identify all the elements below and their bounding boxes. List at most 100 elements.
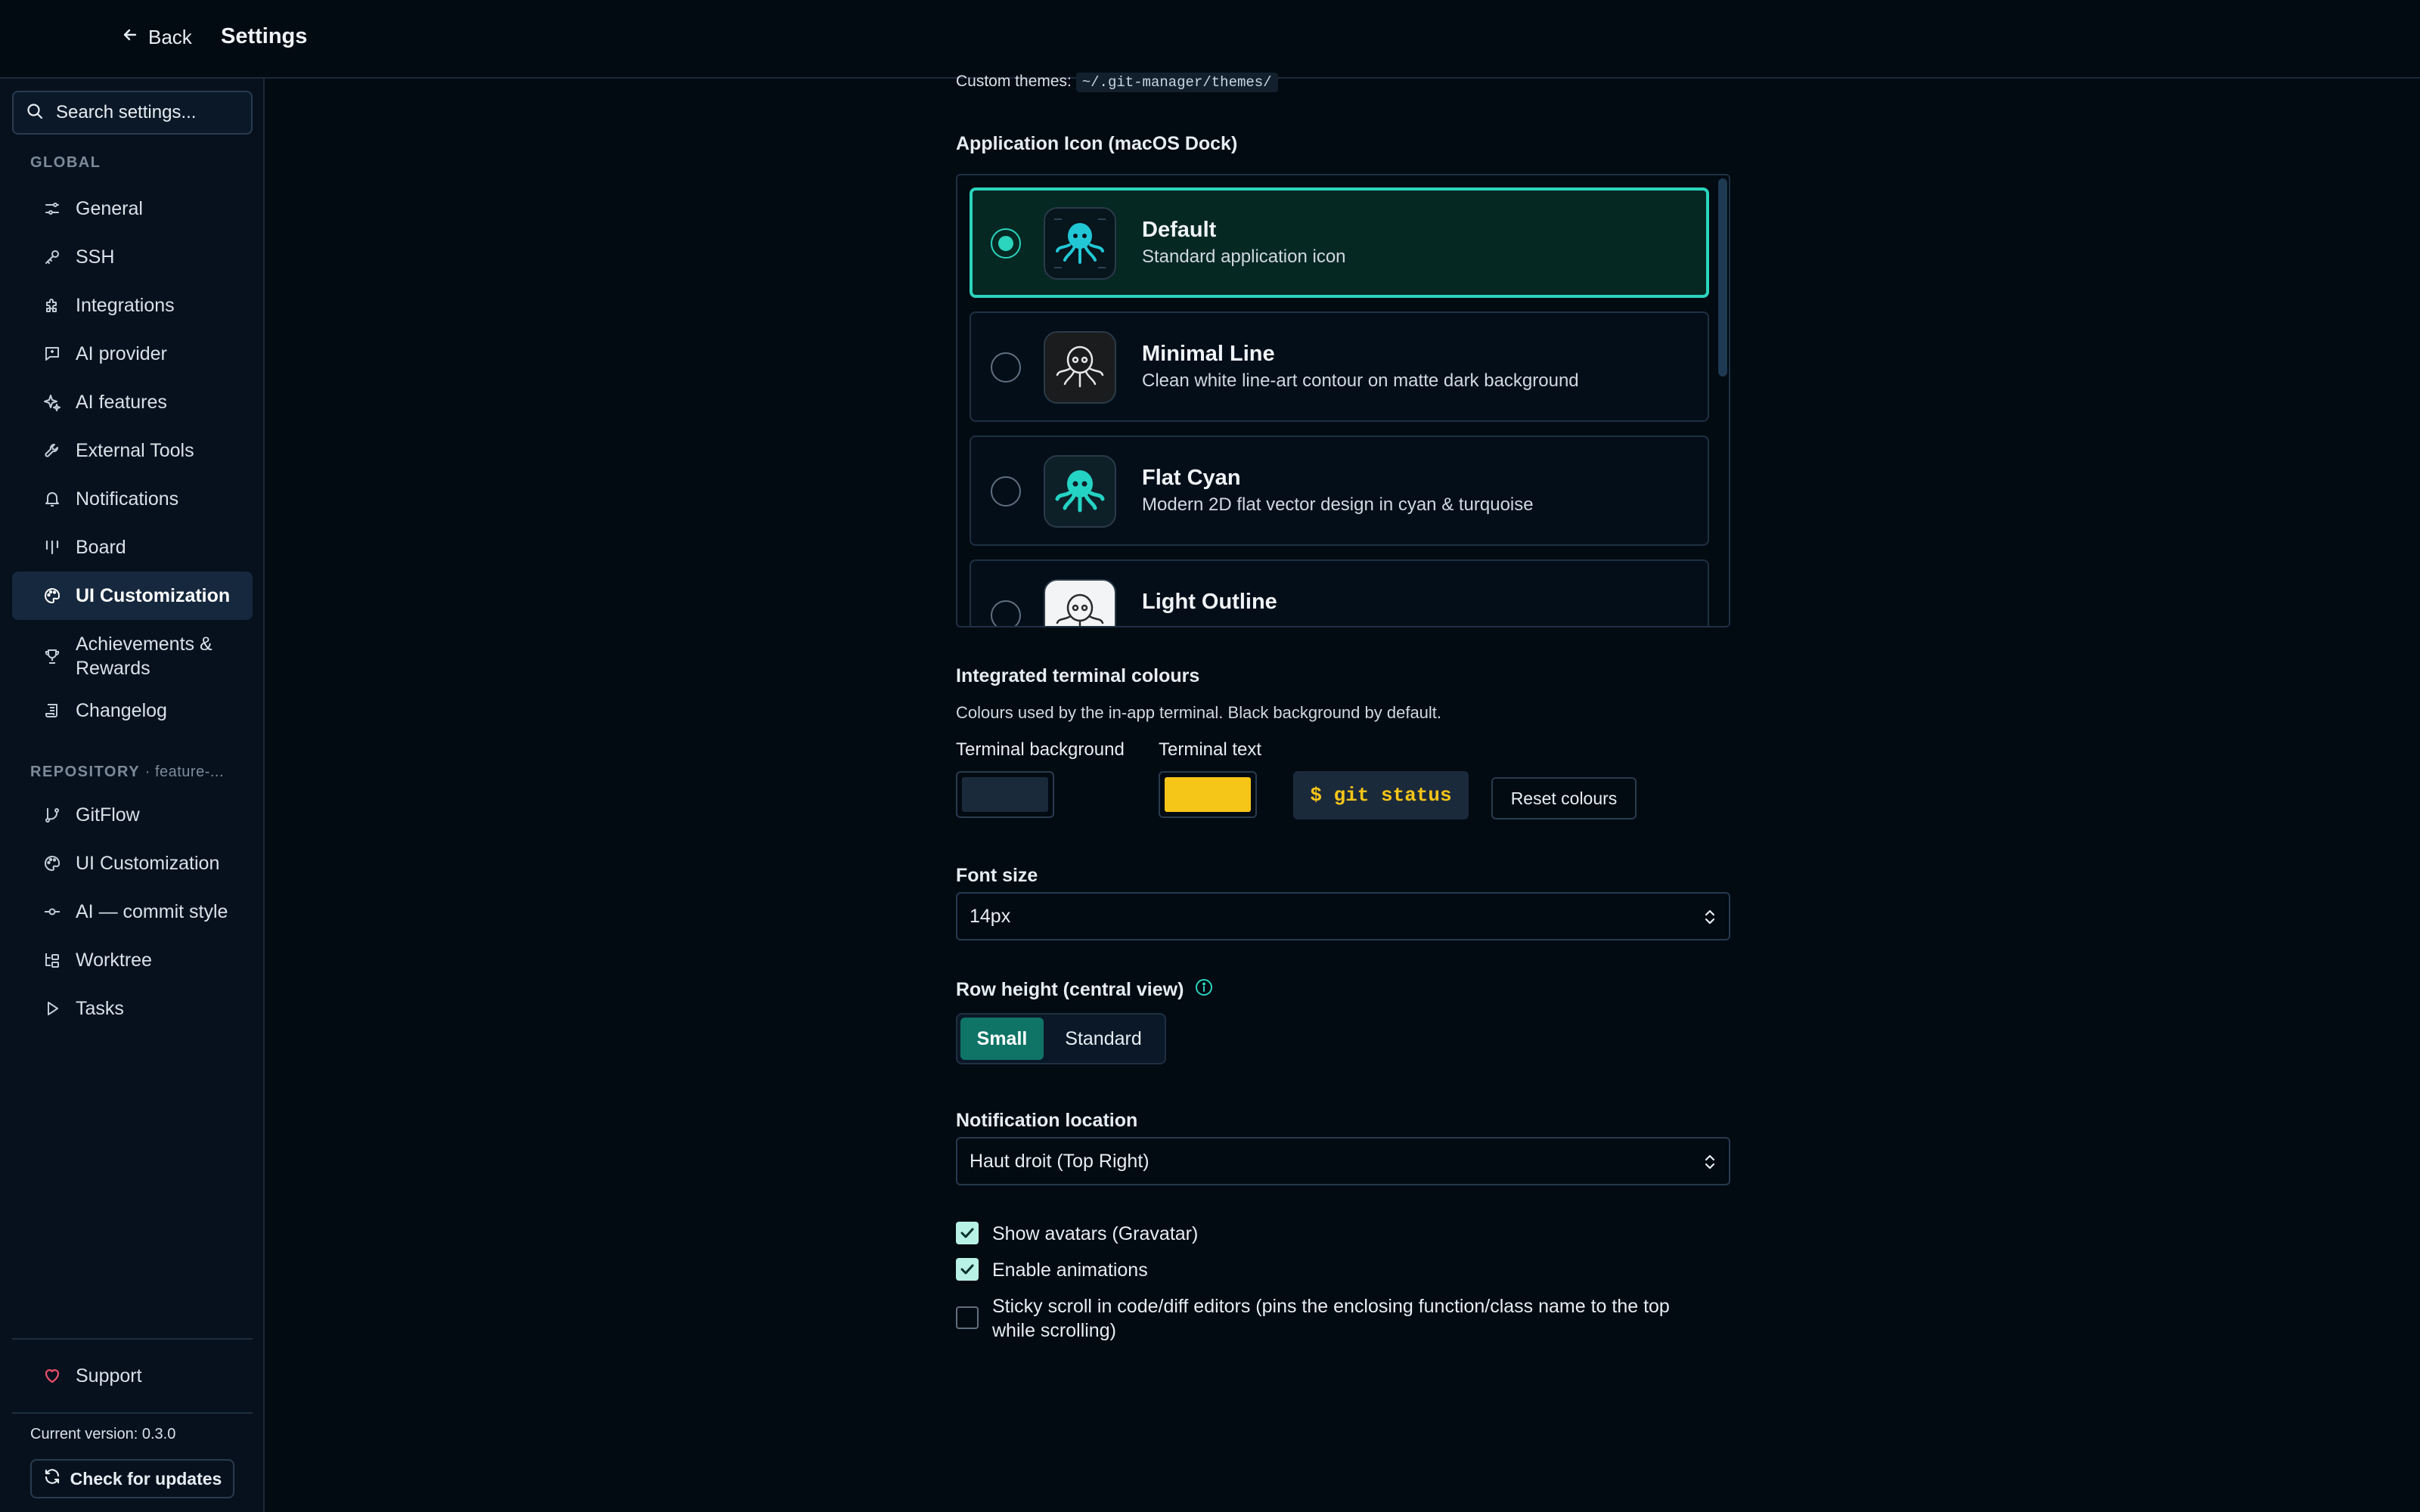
- trophy-icon: [42, 646, 62, 666]
- sidebar-item-ui-customization[interactable]: UI Customization: [12, 572, 253, 620]
- app-icon-title: Flat Cyan: [1142, 466, 1241, 490]
- sidebar-divider: [12, 1412, 253, 1414]
- radio-selected[interactable]: [991, 228, 1021, 259]
- notification-location-value: Haut droit (Top Right): [970, 1150, 1150, 1172]
- sidebar-item-ai-commit-style[interactable]: AI — commit style: [12, 894, 253, 930]
- git-commit-icon: [42, 902, 62, 922]
- custom-themes-label: Custom themes:: [956, 73, 1072, 90]
- sidebar-item-ai-features[interactable]: AI features: [12, 384, 253, 420]
- row-height-label: Row height (central view): [956, 979, 1184, 1000]
- sidebar-item-label: External Tools: [76, 439, 194, 461]
- sidebar-item-repo-ui-customization[interactable]: UI Customization: [12, 845, 253, 881]
- sliders-icon: [42, 199, 62, 218]
- refresh-icon: [43, 1467, 61, 1490]
- row-height-standard-button[interactable]: Standard: [1047, 1018, 1160, 1060]
- terminal-bg-swatch: [962, 777, 1048, 812]
- sidebar-item-label: Notifications: [76, 488, 179, 510]
- icon-list-scrollbar[interactable]: [1718, 178, 1727, 376]
- octopus-flat-icon: [1044, 455, 1116, 528]
- search-box[interactable]: [12, 91, 253, 135]
- sidebar-item-board[interactable]: Board: [12, 529, 253, 565]
- custom-themes-path: ~/.git-manager/themes/: [1075, 73, 1278, 92]
- sidebar-item-label: Achievements & Rewards: [76, 634, 213, 679]
- global-section-label: GLOBAL: [30, 154, 101, 171]
- show-avatars-checkbox[interactable]: [956, 1222, 979, 1244]
- sidebar-item-changelog[interactable]: Changelog: [12, 692, 253, 729]
- row-height-small-button[interactable]: Small: [960, 1018, 1044, 1060]
- sidebar-item-notifications[interactable]: Notifications: [12, 481, 253, 517]
- row-height-heading: Row height (central view): [956, 978, 1214, 1002]
- font-size-value: 14px: [970, 905, 1011, 927]
- check-updates-button[interactable]: Check for updates: [30, 1459, 234, 1498]
- app-icon-desc: Standard application icon: [1142, 246, 1346, 267]
- font-size-select[interactable]: 14px: [956, 892, 1730, 940]
- key-icon: [42, 247, 62, 267]
- sparkles-icon: [42, 392, 62, 412]
- terminal-bg-label: Terminal background: [956, 739, 1125, 760]
- terminal-text-swatch: [1165, 777, 1251, 812]
- sidebar-item-ai-provider[interactable]: AI provider: [12, 336, 253, 372]
- chevron-updown-icon: [1702, 1152, 1718, 1177]
- sidebar-item-label: GitFlow: [76, 804, 140, 826]
- app-icon-option-flat-cyan[interactable]: Flat Cyan Modern 2D flat vector design i…: [970, 435, 1709, 546]
- octopus-default-icon: [1044, 207, 1116, 280]
- version-text: Current version: 0.3.0: [30, 1426, 176, 1442]
- sidebar-item-label: Worktree: [76, 949, 152, 971]
- sidebar-item-integrations[interactable]: Integrations: [12, 287, 253, 324]
- checkbox-row-avatars: Show avatars (Gravatar): [956, 1222, 1703, 1246]
- checkbox-row-animations: Enable animations: [956, 1258, 1703, 1282]
- sidebar-item-achievements[interactable]: Achievements & Rewards: [12, 627, 253, 685]
- back-button[interactable]: Back: [121, 26, 192, 49]
- sidebar-item-label: SSH: [76, 246, 115, 268]
- sidebar-item-support[interactable]: Support: [12, 1358, 253, 1394]
- sidebar-item-label: Integrations: [76, 294, 175, 316]
- notification-location-label: Notification location: [956, 1110, 1138, 1131]
- search-input[interactable]: [56, 102, 237, 123]
- checkbox-label: Sticky scroll in code/diff editors (pins…: [992, 1296, 1670, 1341]
- folder-tree-icon: [42, 950, 62, 970]
- radio-unselected[interactable]: [991, 600, 1021, 626]
- sidebar-item-label: Support: [76, 1365, 142, 1387]
- app-icon-option-light-outline[interactable]: Light Outline: [970, 559, 1709, 626]
- octopus-light-icon: [1044, 579, 1116, 626]
- app-icon-heading: Application Icon (macOS Dock): [956, 133, 1238, 154]
- sidebar-item-general[interactable]: General: [12, 191, 253, 227]
- radio-unselected[interactable]: [991, 352, 1021, 383]
- sidebar-item-external-tools[interactable]: External Tools: [12, 432, 253, 469]
- terminal-text-color-picker[interactable]: [1159, 771, 1257, 818]
- git-branch-icon: [42, 805, 62, 825]
- app-icon-desc: Modern 2D flat vector design in cyan & t…: [1142, 494, 1534, 515]
- sticky-scroll-checkbox[interactable]: [956, 1306, 979, 1329]
- wrench-icon: [42, 441, 62, 460]
- app-icon-title: Light Outline: [1142, 590, 1277, 614]
- enable-animations-checkbox[interactable]: [956, 1258, 979, 1281]
- columns-icon: [42, 538, 62, 557]
- sidebar-item-label: AI features: [76, 391, 167, 413]
- sidebar-item-worktree[interactable]: Worktree: [12, 942, 253, 978]
- notification-location-select[interactable]: Haut droit (Top Right): [956, 1137, 1730, 1185]
- reset-colours-button[interactable]: Reset colours: [1491, 777, 1637, 820]
- radio-unselected[interactable]: [991, 476, 1021, 507]
- terminal-bg-color-picker[interactable]: [956, 771, 1054, 818]
- terminal-colours-desc: Colours used by the in-app terminal. Bla…: [956, 703, 1442, 722]
- sidebar-item-tasks[interactable]: Tasks: [12, 990, 253, 1027]
- app-icon-option-minimal-line[interactable]: Minimal Line Clean white line-art contou…: [970, 311, 1709, 422]
- info-icon[interactable]: [1194, 978, 1214, 1002]
- palette-icon: [42, 586, 62, 606]
- app-icon-option-default[interactable]: Default Standard application icon: [970, 187, 1709, 298]
- sidebar: GLOBAL General SSH Integrations AI provi…: [0, 79, 265, 1512]
- sidebar-item-gitflow[interactable]: GitFlow: [12, 797, 253, 833]
- chat-icon: [42, 344, 62, 364]
- terminal-preview: $ git status: [1293, 771, 1469, 820]
- row-height-toggle: Small Standard: [956, 1013, 1166, 1064]
- sidebar-item-label: AI provider: [76, 342, 167, 364]
- sidebar-item-label: UI Customization: [76, 584, 231, 606]
- sidebar-item-label: AI — commit style: [76, 900, 228, 922]
- app-icon-list[interactable]: Default Standard application icon Minima…: [956, 174, 1730, 627]
- terminal-colours-heading: Integrated terminal colours: [956, 665, 1200, 686]
- octopus-minimal-icon: [1044, 331, 1116, 404]
- top-bar: Back Settings: [0, 0, 2420, 79]
- sidebar-item-label: UI Customization: [76, 852, 220, 874]
- heart-icon: [42, 1366, 62, 1386]
- sidebar-item-ssh[interactable]: SSH: [12, 239, 253, 275]
